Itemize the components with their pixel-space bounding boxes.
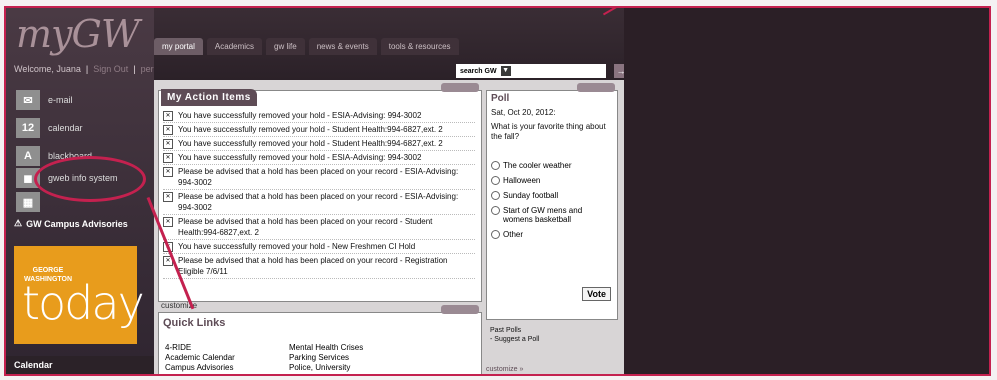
list-item: ✕ Please be advised that a hold has been …: [163, 215, 475, 240]
tab-news-events[interactable]: news & events: [308, 38, 377, 55]
action-items-list: ✕ You have successfully removed your hold…: [163, 109, 475, 279]
panel-controls[interactable]: [441, 83, 479, 92]
panel-controls[interactable]: [441, 305, 479, 314]
list-item: ✕ You have successfully removed your hold…: [163, 137, 475, 151]
quick-link[interactable]: Campus Advisories: [165, 363, 235, 373]
action-item-text: You have successfully removed your hold …: [178, 139, 443, 148]
advisory-icon: ⚠: [14, 218, 23, 228]
quick-links-panel: customize Quick Links 4-RIDE Academic Ca…: [158, 301, 482, 374]
action-item-text: You have successfully removed your hold …: [178, 111, 422, 120]
action-item-text: Please be advised that a hold has been p…: [178, 167, 459, 187]
poll-option-label: The cooler weather: [503, 161, 572, 170]
poll-option[interactable]: Other: [487, 227, 617, 242]
list-item: ✕You have successfully removed your hold…: [163, 240, 475, 254]
check-icon: ✕: [163, 192, 173, 202]
dark-background-area: [624, 8, 989, 374]
poll-option-label: Sunday football: [503, 191, 559, 200]
radio-icon: [491, 230, 500, 239]
list-item: ✕ You have successfully removed your hold…: [163, 109, 475, 123]
screenshot-frame: myGW Welcome, Juana|Sign Out|personalize…: [4, 6, 991, 376]
vote-button[interactable]: Vote: [582, 287, 611, 301]
tab-tools-resources[interactable]: tools & resources: [380, 38, 459, 55]
list-item: ✕ Please be advised that a hold has been …: [163, 165, 475, 190]
radio-icon: [491, 176, 500, 185]
action-item-text: You have successfully removed your hold …: [178, 153, 422, 162]
action-items-title: My Action Items: [161, 89, 257, 106]
tab-academics[interactable]: Academics: [206, 38, 263, 55]
sidebar-item-label: calendar: [48, 123, 83, 133]
sidebar-item-label: e-mail: [48, 95, 73, 105]
check-icon: ✕: [163, 125, 173, 135]
action-item-text: You have successfully removed your hold …: [178, 242, 416, 251]
calendar-icon: 12: [16, 118, 40, 138]
campus-advisories-link[interactable]: ⚠ GW Campus Advisories: [14, 218, 128, 229]
chevron-down-icon[interactable]: ▼: [500, 66, 511, 76]
check-icon: ✕: [163, 139, 173, 149]
panel-controls[interactable]: [577, 83, 615, 92]
poll-option[interactable]: The cooler weather: [487, 158, 617, 173]
library-icon: ▦: [16, 192, 40, 212]
poll-option-label: Halloween: [503, 176, 541, 185]
main-tabs: my portal Academics gw life news & event…: [154, 38, 459, 55]
action-item-text: Please be advised that a hold has been p…: [178, 217, 433, 237]
calendar-section-title: Calendar: [6, 356, 154, 374]
welcome-text: Welcome, Juana: [14, 64, 81, 74]
blackboard-icon: A: [16, 146, 40, 166]
quick-link[interactable]: Parking Services: [289, 353, 363, 363]
quick-link[interactable]: Academic Calendar: [165, 353, 235, 363]
poll-option[interactable]: Start of GW mens and womens basketball: [487, 203, 617, 227]
list-item: ✕ You have successfully removed your hold…: [163, 123, 475, 137]
check-icon: ✕: [163, 111, 173, 121]
mygw-logo[interactable]: myGW: [16, 12, 140, 56]
check-icon: ✕: [163, 217, 173, 227]
quick-links-col-2: Mental Health Crises Parking Services Po…: [289, 343, 363, 373]
past-polls-links: Past Polls - Suggest a Poll: [490, 326, 539, 344]
tab-my-portal[interactable]: my portal: [154, 38, 203, 55]
poll-option-label: Start of GW mens and womens basketball: [503, 206, 583, 224]
list-item: ✕ Please be advised that a hold has been …: [163, 190, 475, 215]
search-scope-label: search GW: [460, 67, 497, 75]
poll-panel: Poll Sat, Oct 20, 2012: What is your fav…: [486, 83, 618, 320]
highlight-circle: [34, 156, 146, 202]
poll-option-label: Other: [503, 230, 524, 239]
quick-link[interactable]: Mental Health Crises: [289, 343, 363, 353]
radio-icon: [491, 161, 500, 170]
quick-links-title: Quick Links: [163, 317, 226, 329]
past-polls-link[interactable]: Past Polls: [490, 326, 539, 335]
poll-option[interactable]: Sunday football: [487, 188, 617, 203]
list-item: ✕ You have successfully removed your hold…: [163, 151, 475, 165]
action-items-panel: My Action Items ✕ You have successfully r…: [158, 83, 482, 302]
today-word: today: [22, 276, 145, 330]
check-icon: ✕: [163, 167, 173, 177]
list-item: ✕ Please be advised that a hold has been …: [163, 254, 475, 279]
email-icon: ✉: [16, 90, 40, 110]
quick-links-col-1: 4-RIDE Academic Calendar Campus Advisori…: [165, 343, 235, 373]
radio-icon: [491, 206, 500, 215]
sign-out-link[interactable]: Sign Out: [93, 64, 128, 74]
advisories-label: GW Campus Advisories: [26, 218, 128, 229]
search-input[interactable]: [511, 65, 606, 77]
check-icon: ✕: [163, 153, 173, 163]
sidebar-item-calendar[interactable]: 12 calendar: [16, 116, 151, 140]
poll-title: Poll: [491, 93, 510, 104]
poll-option[interactable]: Halloween: [487, 173, 617, 188]
action-item-text: Please be advised that a hold has been p…: [178, 192, 459, 212]
action-item-text: Please be advised that a hold has been p…: [178, 256, 448, 276]
poll-date: Sat, Oct 20, 2012:: [491, 108, 556, 117]
gw-today-banner[interactable]: GEORGE WASHINGTON today: [14, 246, 145, 344]
portal-content: My Action Items ✕ You have successfully r…: [154, 80, 624, 374]
search-bar: search GW ▼: [456, 64, 606, 78]
poll-question: What is your favorite thing about the fa…: [491, 122, 606, 141]
tab-gw-life[interactable]: gw life: [266, 38, 305, 55]
sidebar-item-email[interactable]: ✉ e-mail: [16, 88, 151, 112]
action-item-text: You have successfully removed your hold …: [178, 125, 443, 134]
quick-link[interactable]: 4-RIDE: [165, 343, 235, 353]
customize-link[interactable]: customize »: [486, 366, 523, 373]
radio-icon: [491, 191, 500, 200]
suggest-poll-link[interactable]: - Suggest a Poll: [490, 335, 539, 344]
top-header: my portal Academics gw life news & event…: [154, 8, 628, 80]
quick-link[interactable]: Police, University: [289, 363, 363, 373]
